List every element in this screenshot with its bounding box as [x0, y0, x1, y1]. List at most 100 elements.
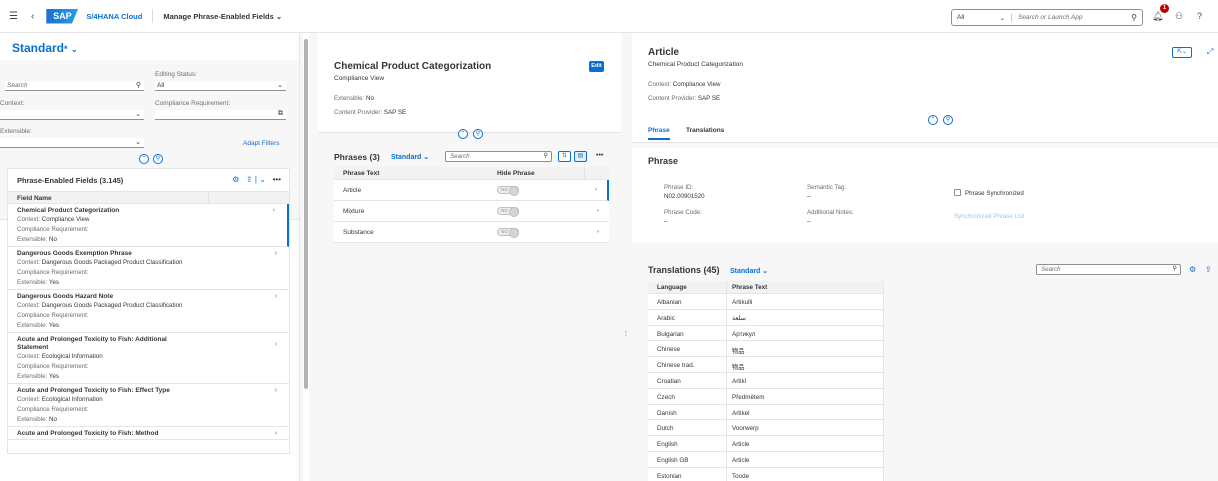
- table-row[interactable]: Croatian Artikl: [648, 372, 883, 389]
- menu-icon[interactable]: ☰: [9, 11, 19, 22]
- table-row[interactable]: Article NO ›: [334, 180, 609, 201]
- table-row[interactable]: Czech Předmětem: [648, 388, 883, 405]
- collapse-header-button[interactable]: ⌃: [458, 129, 468, 139]
- table-row[interactable]: Substance NO ›: [334, 222, 609, 243]
- list-scrollbar[interactable]: [303, 33, 309, 481]
- editing-status-select[interactable]: All ⌄: [155, 81, 286, 91]
- search-scope-select[interactable]: All ⌄: [952, 13, 1012, 22]
- context-select[interactable]: ⌄: [0, 110, 144, 120]
- detail-column: Chemical Product Categorization Complian…: [318, 33, 621, 481]
- variant-management[interactable]: Standard* ⌄: [0, 33, 299, 60]
- collapse-header-button[interactable]: ⌃: [928, 115, 938, 125]
- group-icon[interactable]: ▤: [574, 151, 587, 162]
- tab-translations[interactable]: Translations: [686, 127, 724, 134]
- table-row[interactable]: Acute and Prolonged Toxicity to Fish: Ad…: [8, 333, 289, 384]
- additional-notes-field: Additional Notes: –: [807, 209, 854, 225]
- detail-header: Chemical Product Categorization Complian…: [318, 33, 621, 133]
- search-icon[interactable]: ⚲: [136, 81, 141, 89]
- adapt-filters-button[interactable]: Adapt Filters: [243, 140, 280, 147]
- search-icon[interactable]: ⚲: [543, 152, 548, 159]
- table-row[interactable]: English GB Article: [648, 451, 883, 468]
- bell-icon[interactable]: 🔔︎: [1152, 11, 1163, 22]
- translations-table: Language Phrase Text Albanian Artikulli Ar…: [648, 281, 884, 481]
- table-row[interactable]: Dangerous Goods Exemption Phrase › Contex…: [8, 247, 289, 290]
- app-title[interactable]: Manage Phrase-Enabled Fields ⌄: [163, 12, 282, 21]
- table-row[interactable]: Mixture NO ›: [334, 201, 609, 222]
- translations-search-input[interactable]: Search ⚲: [1036, 264, 1181, 275]
- semantic-tag-field: Semantic Tag: –: [807, 184, 847, 200]
- table-row[interactable]: Acute and Prolonged Toxicity to Fish: Me…: [8, 427, 289, 440]
- export-icon[interactable]: ⇪: [1205, 265, 1212, 274]
- table-row[interactable]: Dutch Voorwerp: [648, 420, 883, 437]
- hide-phrase-toggle[interactable]: NO: [497, 186, 519, 196]
- synchronized-phrase-list-link[interactable]: Synchronized Phrase List: [954, 212, 1024, 221]
- hide-phrase-toggle[interactable]: NO: [497, 207, 519, 217]
- phrase-synchronized-field: Phrase Synchronized: [954, 189, 1024, 198]
- phrase-synchronized-checkbox[interactable]: [954, 189, 961, 196]
- chevron-down-icon: ⌄: [275, 11, 283, 21]
- extensible-select[interactable]: ⌄: [0, 138, 144, 148]
- shell-search[interactable]: All ⌄ Search or Launch App ⚲: [951, 9, 1143, 26]
- settings-icon[interactable]: ⚙: [1189, 265, 1196, 274]
- list-column: Standard* ⌄ Editing Status: Search ⚲ All ⌄…: [0, 33, 300, 481]
- sap-logo[interactable]: SAP: [46, 8, 79, 24]
- share-button[interactable]: ⇱⌄: [1172, 47, 1192, 58]
- chevron-right-icon: ›: [272, 207, 275, 214]
- table-row[interactable]: Chemical Product Categorization › Context…: [8, 204, 289, 247]
- search-input[interactable]: Search ⚲: [5, 81, 144, 91]
- search-icon[interactable]: ⚲: [1126, 13, 1142, 22]
- scrollbar-thumb[interactable]: [304, 39, 308, 389]
- user-settings-icon[interactable]: ⚇: [1175, 11, 1183, 22]
- chevron-right-icon: ›: [274, 293, 277, 300]
- table-row[interactable]: English Article: [648, 436, 883, 452]
- search-icon[interactable]: ⚲: [1172, 265, 1177, 272]
- sort-icon[interactable]: ⇅: [558, 151, 571, 162]
- tab-phrase[interactable]: Phrase: [648, 127, 670, 140]
- extensible-attr: Extensible: No: [334, 95, 374, 102]
- export-icon[interactable]: ⇪: [246, 175, 253, 184]
- content-provider-attr: Content Provider: SAP SE: [648, 95, 721, 102]
- table-row[interactable]: Albanian Artikulli: [648, 294, 883, 310]
- table-row[interactable]: Bulgarian Артикул: [648, 325, 883, 342]
- compliance-input[interactable]: ⧉: [155, 110, 286, 120]
- table-row[interactable]: Estonian Toode: [648, 467, 883, 481]
- product-name: S/4HANA Cloud: [86, 11, 143, 21]
- phrases-search-input[interactable]: Search ⚲: [445, 151, 552, 162]
- shell-search-input[interactable]: Search or Launch App: [1012, 14, 1126, 21]
- translations-variant[interactable]: Standard ⌄: [730, 267, 768, 275]
- edit-button[interactable]: Edit: [589, 61, 604, 72]
- settings-icon[interactable]: ⚙: [232, 175, 239, 184]
- pin-header-button[interactable]: ⚲: [473, 129, 483, 139]
- chevron-down-icon: ⌄: [999, 14, 1005, 22]
- chevron-right-icon: ›: [274, 430, 277, 437]
- more-icon[interactable]: •••: [273, 175, 281, 184]
- table-row[interactable]: Dangerous Goods Hazard Note › Context: Da…: [8, 290, 289, 333]
- phrase-id-field: Phrase ID: N02.00901520: [664, 184, 705, 200]
- chevron-down-icon: ⌄: [277, 82, 283, 89]
- value-help-icon[interactable]: ⧉: [278, 110, 283, 118]
- more-icon[interactable]: •••: [596, 152, 603, 159]
- fullscreen-icon[interactable]: ⤢: [1207, 47, 1213, 57]
- help-icon[interactable]: ?: [1197, 11, 1202, 21]
- context-attr: Context: Compliance View: [648, 81, 721, 88]
- chevron-down-icon[interactable]: ⌄: [259, 175, 266, 184]
- article-column: Article Chemical Product Categorization …: [632, 33, 1218, 481]
- table-row[interactable]: Chinese trad. 物品: [648, 357, 883, 373]
- content-provider-attr: Content Provider: SAP SE: [334, 109, 407, 116]
- table-row[interactable]: Arabic سلعة: [648, 309, 883, 326]
- collapse-header-button[interactable]: ⌃: [139, 154, 149, 164]
- article-subtitle: Chemical Product Categorization: [648, 61, 744, 68]
- chevron-down-icon: ⌄: [135, 139, 141, 146]
- table-row[interactable]: Acute and Prolonged Toxicity to Fish: Ef…: [8, 384, 289, 427]
- page-title: Chemical Product Categorization: [334, 61, 492, 72]
- column-resize-handle[interactable]: ⋮: [623, 330, 629, 337]
- back-icon[interactable]: ‹: [31, 11, 34, 22]
- table-row[interactable]: Danish Artikel: [648, 404, 883, 421]
- pin-header-button[interactable]: ⚲: [943, 115, 953, 125]
- table-row[interactable]: Chinese 物品: [648, 341, 883, 358]
- phrases-variant[interactable]: Standard ⌄: [391, 153, 429, 161]
- phrase-section: Phrase Phrase ID: N02.00901520 Semantic T…: [632, 148, 1218, 243]
- pin-header-button[interactable]: ⚲: [153, 154, 163, 164]
- hide-phrase-toggle[interactable]: NO: [497, 228, 519, 238]
- column-header[interactable]: Field Name: [8, 191, 289, 204]
